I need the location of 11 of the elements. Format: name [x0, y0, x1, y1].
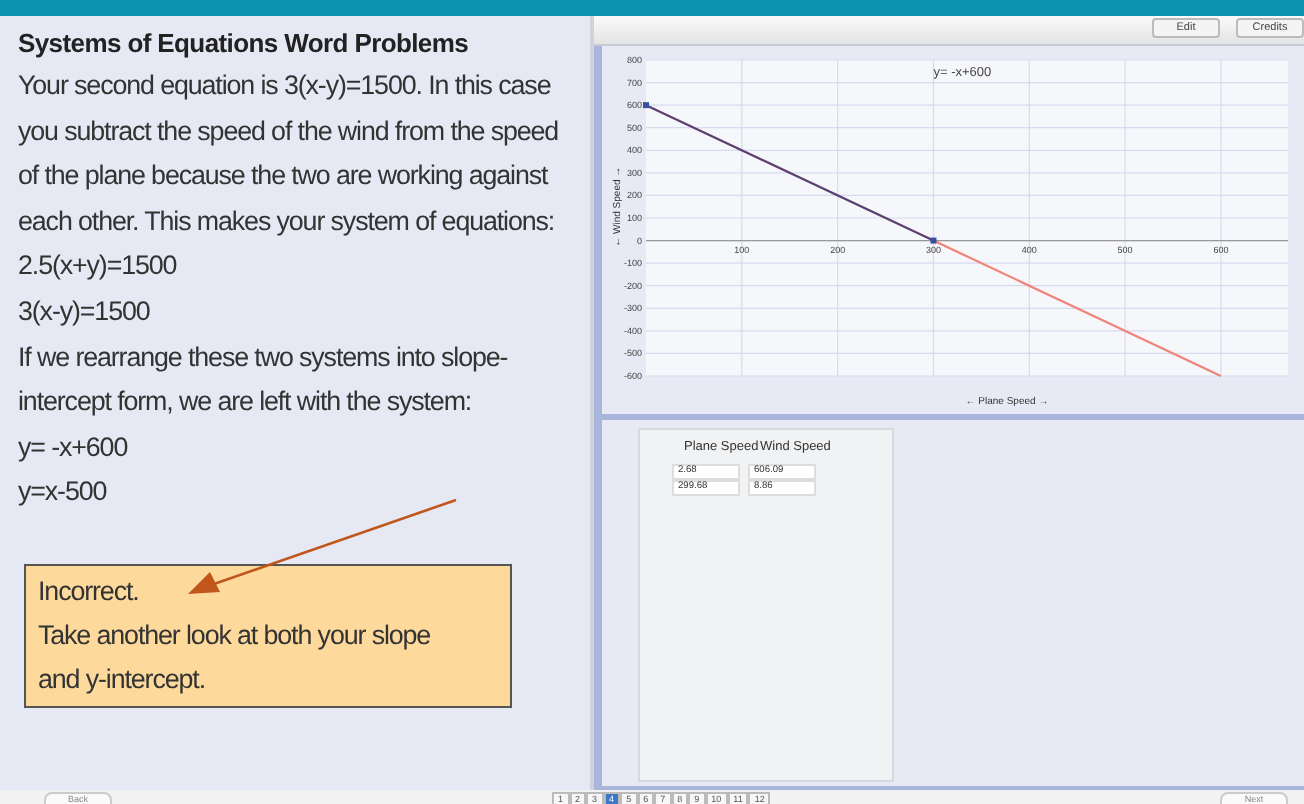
- data-point: [643, 102, 649, 109]
- lesson-text: y= -x+600: [18, 429, 130, 466]
- lesson-text: Your second equation is 3(x-y)=1500. In this case you subtract the speed of the wind from the speed of the plane because the two are working against each other. This makes your system of equations:: [18, 68, 561, 240]
- lesson-text: If we rearrange these two systems into slope-intercept form, we are left with the system:: [18, 339, 510, 421]
- lesson-title: Systems of Equations Word Problems: [18, 26, 471, 62]
- lesson-text: 2.5(x+y)=1500: [18, 248, 179, 285]
- lesson-text: y=x-500: [18, 474, 109, 511]
- feedback-text: Incorrect.: [38, 573, 139, 610]
- data-point: [930, 237, 937, 244]
- lesson-text: 3(x-y)=1500: [18, 293, 152, 330]
- feedback-text: Take another look at both your slope and y-intercept.: [38, 617, 433, 698]
